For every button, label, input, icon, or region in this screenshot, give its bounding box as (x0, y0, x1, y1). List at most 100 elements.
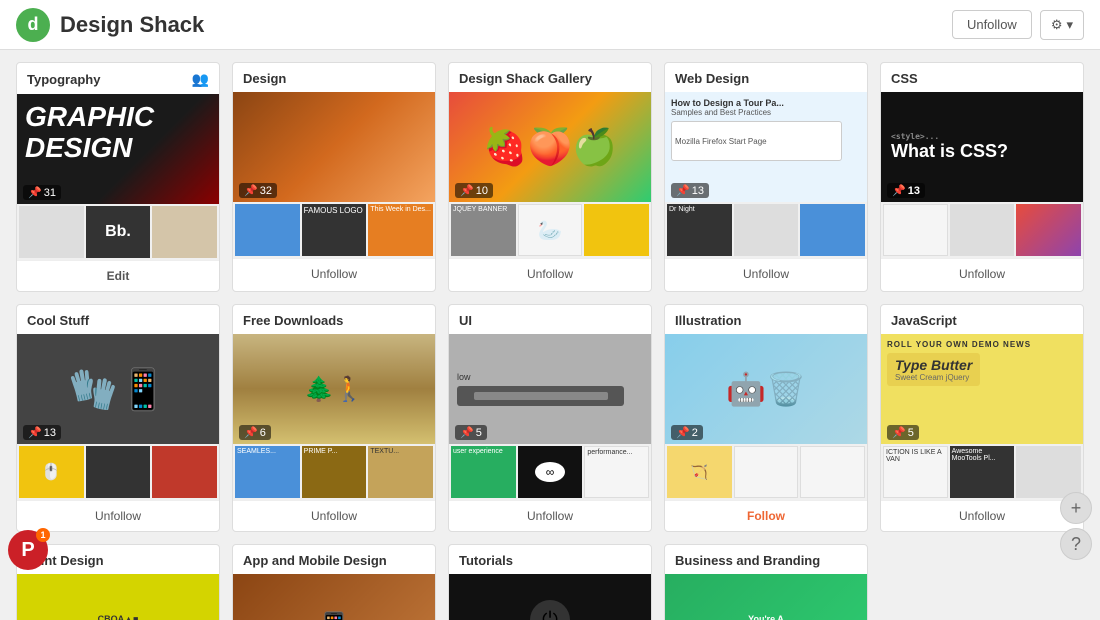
board-header-coolstuff: Cool Stuff (17, 305, 219, 334)
count-badge-typography: 📌 31 (23, 185, 61, 200)
board-thumbs-ui: user experience ∞ performance... (449, 444, 651, 500)
add-button[interactable]: + (1060, 492, 1092, 524)
thumb (19, 206, 84, 258)
board-card-business: Business and Branding You're ACOMIC SANS… (664, 544, 868, 620)
board-card-typography: Typography 👥 GRAPHICDESIGN 📌 31 Bb. Edit (16, 62, 220, 292)
thumb: FAMOUS LOGO (302, 204, 367, 256)
board-main-image-tutorials[interactable]: ⏻ Simple Content (449, 574, 651, 620)
board-title-webdesign: Web Design (675, 71, 749, 86)
thumb: SEAMLES... (235, 446, 300, 498)
header: d Design Shack Unfollow ⚙ ▾ (0, 0, 1100, 50)
board-main-image-typography[interactable]: GRAPHICDESIGN 📌 31 (17, 94, 219, 204)
thumb (950, 204, 1015, 256)
unfollow-button-gallery[interactable]: Unfollow (527, 267, 573, 281)
unfollow-button-ui[interactable]: Unfollow (527, 509, 573, 523)
board-header-business: Business and Branding (665, 545, 867, 574)
board-main-image-illustration[interactable]: 🤖🗑️ 📌 2 (665, 334, 867, 444)
unfollow-button-coolstuff[interactable]: Unfollow (95, 509, 141, 523)
board-main-image-freedownloads[interactable]: 🌲🚶 📌 6 (233, 334, 435, 444)
board-header-javascript: JavaScript (881, 305, 1083, 334)
settings-button[interactable]: ⚙ ▾ (1040, 10, 1084, 40)
edit-button-typography[interactable]: Edit (107, 269, 130, 283)
board-main-image-appdesign[interactable]: 📱 (233, 574, 435, 620)
board-title-coolstuff: Cool Stuff (27, 313, 89, 328)
board-title-illustration: Illustration (675, 313, 741, 328)
board-header-css: CSS (881, 63, 1083, 92)
unfollow-button-freedownloads[interactable]: Unfollow (311, 509, 357, 523)
board-footer-webdesign: Unfollow (665, 258, 867, 289)
board-footer-freedownloads: Unfollow (233, 500, 435, 531)
board-main-image-design[interactable]: 📌 32 (233, 92, 435, 202)
board-card-ui: UI low 📌 5 user experience ∞ performance… (448, 304, 652, 532)
board-thumbs-javascript: ICTION IS LIKE A VAN Awesome MooTools Pl… (881, 444, 1083, 500)
gear-icon: ⚙ (1051, 17, 1063, 33)
board-title-css: CSS (891, 71, 918, 86)
thumb: Dr Night (667, 204, 732, 256)
unfollow-button-design[interactable]: Unfollow (311, 267, 357, 281)
board-title-gallery: Design Shack Gallery (459, 71, 592, 86)
thumb: PRIME P... (302, 446, 367, 498)
thumb (1016, 204, 1081, 256)
header-right: Unfollow ⚙ ▾ (952, 10, 1084, 40)
unfollow-button-webdesign[interactable]: Unfollow (743, 267, 789, 281)
board-main-image-css[interactable]: <style>... What is CSS? 📌 13 (881, 92, 1083, 202)
thumb: TEXTU... (368, 446, 433, 498)
board-thumbs-gallery: JQUEY BANNER 🦢 (449, 202, 651, 258)
count-badge-javascript: 📌 5 (887, 425, 919, 440)
thumb (883, 204, 948, 256)
board-header-webdesign: Web Design (665, 63, 867, 92)
board-title-javascript: JavaScript (891, 313, 957, 328)
thumb: ICTION IS LIKE A VAN (883, 446, 948, 498)
thumb (734, 204, 799, 256)
thumb: ∞ (518, 446, 583, 498)
board-main-image-ui[interactable]: low 📌 5 (449, 334, 651, 444)
board-header-design: Design (233, 63, 435, 92)
board-title-typography: Typography (27, 72, 100, 87)
count-badge-webdesign: 📌 13 (671, 183, 709, 198)
board-main-image-javascript[interactable]: ROLL YOUR OWN DEMO NEWS Type Butter Swee… (881, 334, 1083, 444)
board-main-image-coolstuff[interactable]: 🧤📱 📌 13 (17, 334, 219, 444)
board-title-tutorials: Tutorials (459, 553, 513, 568)
board-thumbs-typography: Bb. (17, 204, 219, 260)
board-title-design: Design (243, 71, 286, 86)
board-icons-typography: 👥 (192, 71, 209, 88)
board-footer-css: Unfollow (881, 258, 1083, 289)
dropdown-arrow-icon: ▾ (1066, 17, 1073, 33)
unfollow-button-javascript[interactable]: Unfollow (959, 509, 1005, 523)
board-card-css: CSS <style>... What is CSS? 📌 13 Unfollo… (880, 62, 1084, 292)
site-title: Design Shack (60, 12, 204, 38)
board-thumbs-coolstuff: 🖱️ (17, 444, 219, 500)
board-title-business: Business and Branding (675, 553, 820, 568)
count-badge-design: 📌 32 (239, 183, 277, 198)
board-card-design: Design 📌 32 FAMOUS LOGO This Week in Des… (232, 62, 436, 292)
board-main-image-printdesign[interactable]: CBQA▲■Wong Un Wai, Vic WW2GREATE BASAR (17, 574, 219, 620)
board-header-ui: UI (449, 305, 651, 334)
thumb: Bb. (86, 206, 151, 258)
pinterest-button[interactable]: P 1 (8, 530, 48, 570)
board-header-appdesign: App and Mobile Design (233, 545, 435, 574)
follow-button-illustration[interactable]: Follow (747, 509, 785, 523)
board-main-image-webdesign[interactable]: How to Design a Tour Pa... Samples and B… (665, 92, 867, 202)
logo-icon: d (16, 8, 50, 42)
board-card-illustration: Illustration 🤖🗑️ 📌 2 🏹 Follow (664, 304, 868, 532)
header-unfollow-button[interactable]: Unfollow (952, 10, 1032, 39)
side-buttons: + ? (1060, 492, 1092, 560)
board-thumbs-freedownloads: SEAMLES... PRIME P... TEXTU... (233, 444, 435, 500)
thumb: 🖱️ (19, 446, 84, 498)
board-card-gallery: Design Shack Gallery 🍓🍑🍏 📌 10 JQUEY BANN… (448, 62, 652, 292)
help-button[interactable]: ? (1060, 528, 1092, 560)
board-thumbs-css (881, 202, 1083, 258)
unfollow-button-css[interactable]: Unfollow (959, 267, 1005, 281)
board-footer-gallery: Unfollow (449, 258, 651, 289)
thumb (86, 446, 151, 498)
thumb: 🦢 (518, 204, 583, 256)
board-title-freedownloads: Free Downloads (243, 313, 343, 328)
board-thumbs-design: FAMOUS LOGO This Week in Des... (233, 202, 435, 258)
board-card-webdesign: Web Design How to Design a Tour Pa... Sa… (664, 62, 868, 292)
board-main-image-gallery[interactable]: 🍓🍑🍏 📌 10 (449, 92, 651, 202)
thumb: JQUEY BANNER (451, 204, 516, 256)
pinterest-badge: 1 (36, 528, 50, 542)
board-header-typography: Typography 👥 (17, 63, 219, 94)
board-main-image-business[interactable]: You're ACOMIC SANSCRIMINAL (665, 574, 867, 620)
board-title-ui: UI (459, 313, 472, 328)
